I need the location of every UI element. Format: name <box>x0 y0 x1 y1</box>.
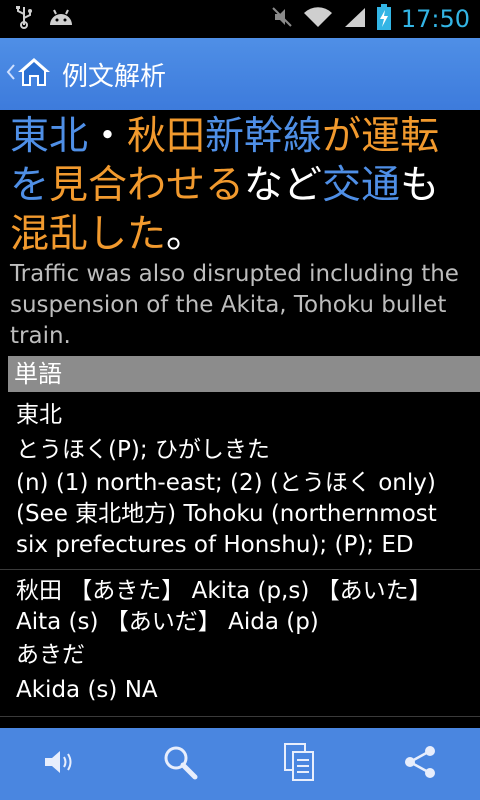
speak-button[interactable] <box>30 734 90 794</box>
sentence-word[interactable]: 秋田 <box>127 114 205 159</box>
home-icon <box>16 55 52 93</box>
entry-reading: あきだ <box>16 642 85 668</box>
sentence-word[interactable]: を <box>10 163 49 208</box>
entry-word: 東北 <box>16 402 62 428</box>
sentence-punct: ・ <box>88 114 128 159</box>
home-up-button[interactable] <box>0 55 52 93</box>
speaker-icon <box>42 747 78 781</box>
word-entry[interactable]: 東北 とうほく(P); ひがしきた (n) (1) north-east; (2… <box>0 392 480 570</box>
chevron-left-icon <box>6 63 16 85</box>
entry-gloss: Akida (s) NA <box>16 677 158 703</box>
share-button[interactable] <box>390 734 450 794</box>
copy-icon <box>283 742 317 786</box>
word-list[interactable]: 東北 とうほく(P); ひがしきた (n) (1) north-east; (2… <box>0 392 480 728</box>
cell-signal-icon <box>343 6 367 32</box>
copy-button[interactable] <box>270 734 330 794</box>
sentence-word[interactable]: した <box>88 212 166 257</box>
android-icon <box>48 7 74 31</box>
search-icon <box>161 743 199 785</box>
sentence-word[interactable]: 東北 <box>10 114 88 159</box>
bottom-toolbar <box>0 728 480 800</box>
sentence-word[interactable]: 混乱 <box>10 212 88 257</box>
sentence-word[interactable]: 見合わせる <box>49 163 244 208</box>
sentence-word[interactable]: が <box>322 114 361 159</box>
search-button[interactable] <box>150 734 210 794</box>
status-bar: 17:50 <box>0 0 480 38</box>
example-sentence: 東北・秋田新幹線が運転を見合わせるなど交通も混乱した。 <box>10 112 476 259</box>
battery-charging-icon <box>376 4 391 34</box>
sentence-word[interactable]: 運転 <box>361 114 439 159</box>
entry-word: 秋田 【あきた】 Akita (p,s) 【あいた】 Aita (s) 【あいだ… <box>16 578 432 635</box>
wifi-icon <box>303 6 333 32</box>
words-section-header: 単語 <box>8 356 480 392</box>
entry-gloss: (n) (1) north-east; (2) (とうほく only) (See… <box>16 470 437 558</box>
usb-icon <box>14 5 34 33</box>
entry-reading: とうほく(P); ひがしきた <box>16 437 270 463</box>
sentence-translation: Traffic was also disrupted including the… <box>10 261 459 349</box>
sentence-word[interactable]: 交通 <box>322 163 400 208</box>
word-entry[interactable]: 秋田 【あきた】 Akita (p,s) 【あいた】 Aita (s) 【あいだ… <box>0 570 480 717</box>
sentence-word: も <box>400 163 440 208</box>
page-title: 例文解析 <box>62 61 167 92</box>
sentence-word[interactable]: 新幹線 <box>205 114 322 159</box>
mute-icon <box>271 6 293 32</box>
status-clock: 17:50 <box>400 5 470 33</box>
share-icon <box>401 743 439 785</box>
sentence-word: など <box>244 163 323 208</box>
action-bar: 例文解析 <box>0 38 480 110</box>
sentence-punct: 。 <box>166 212 206 257</box>
